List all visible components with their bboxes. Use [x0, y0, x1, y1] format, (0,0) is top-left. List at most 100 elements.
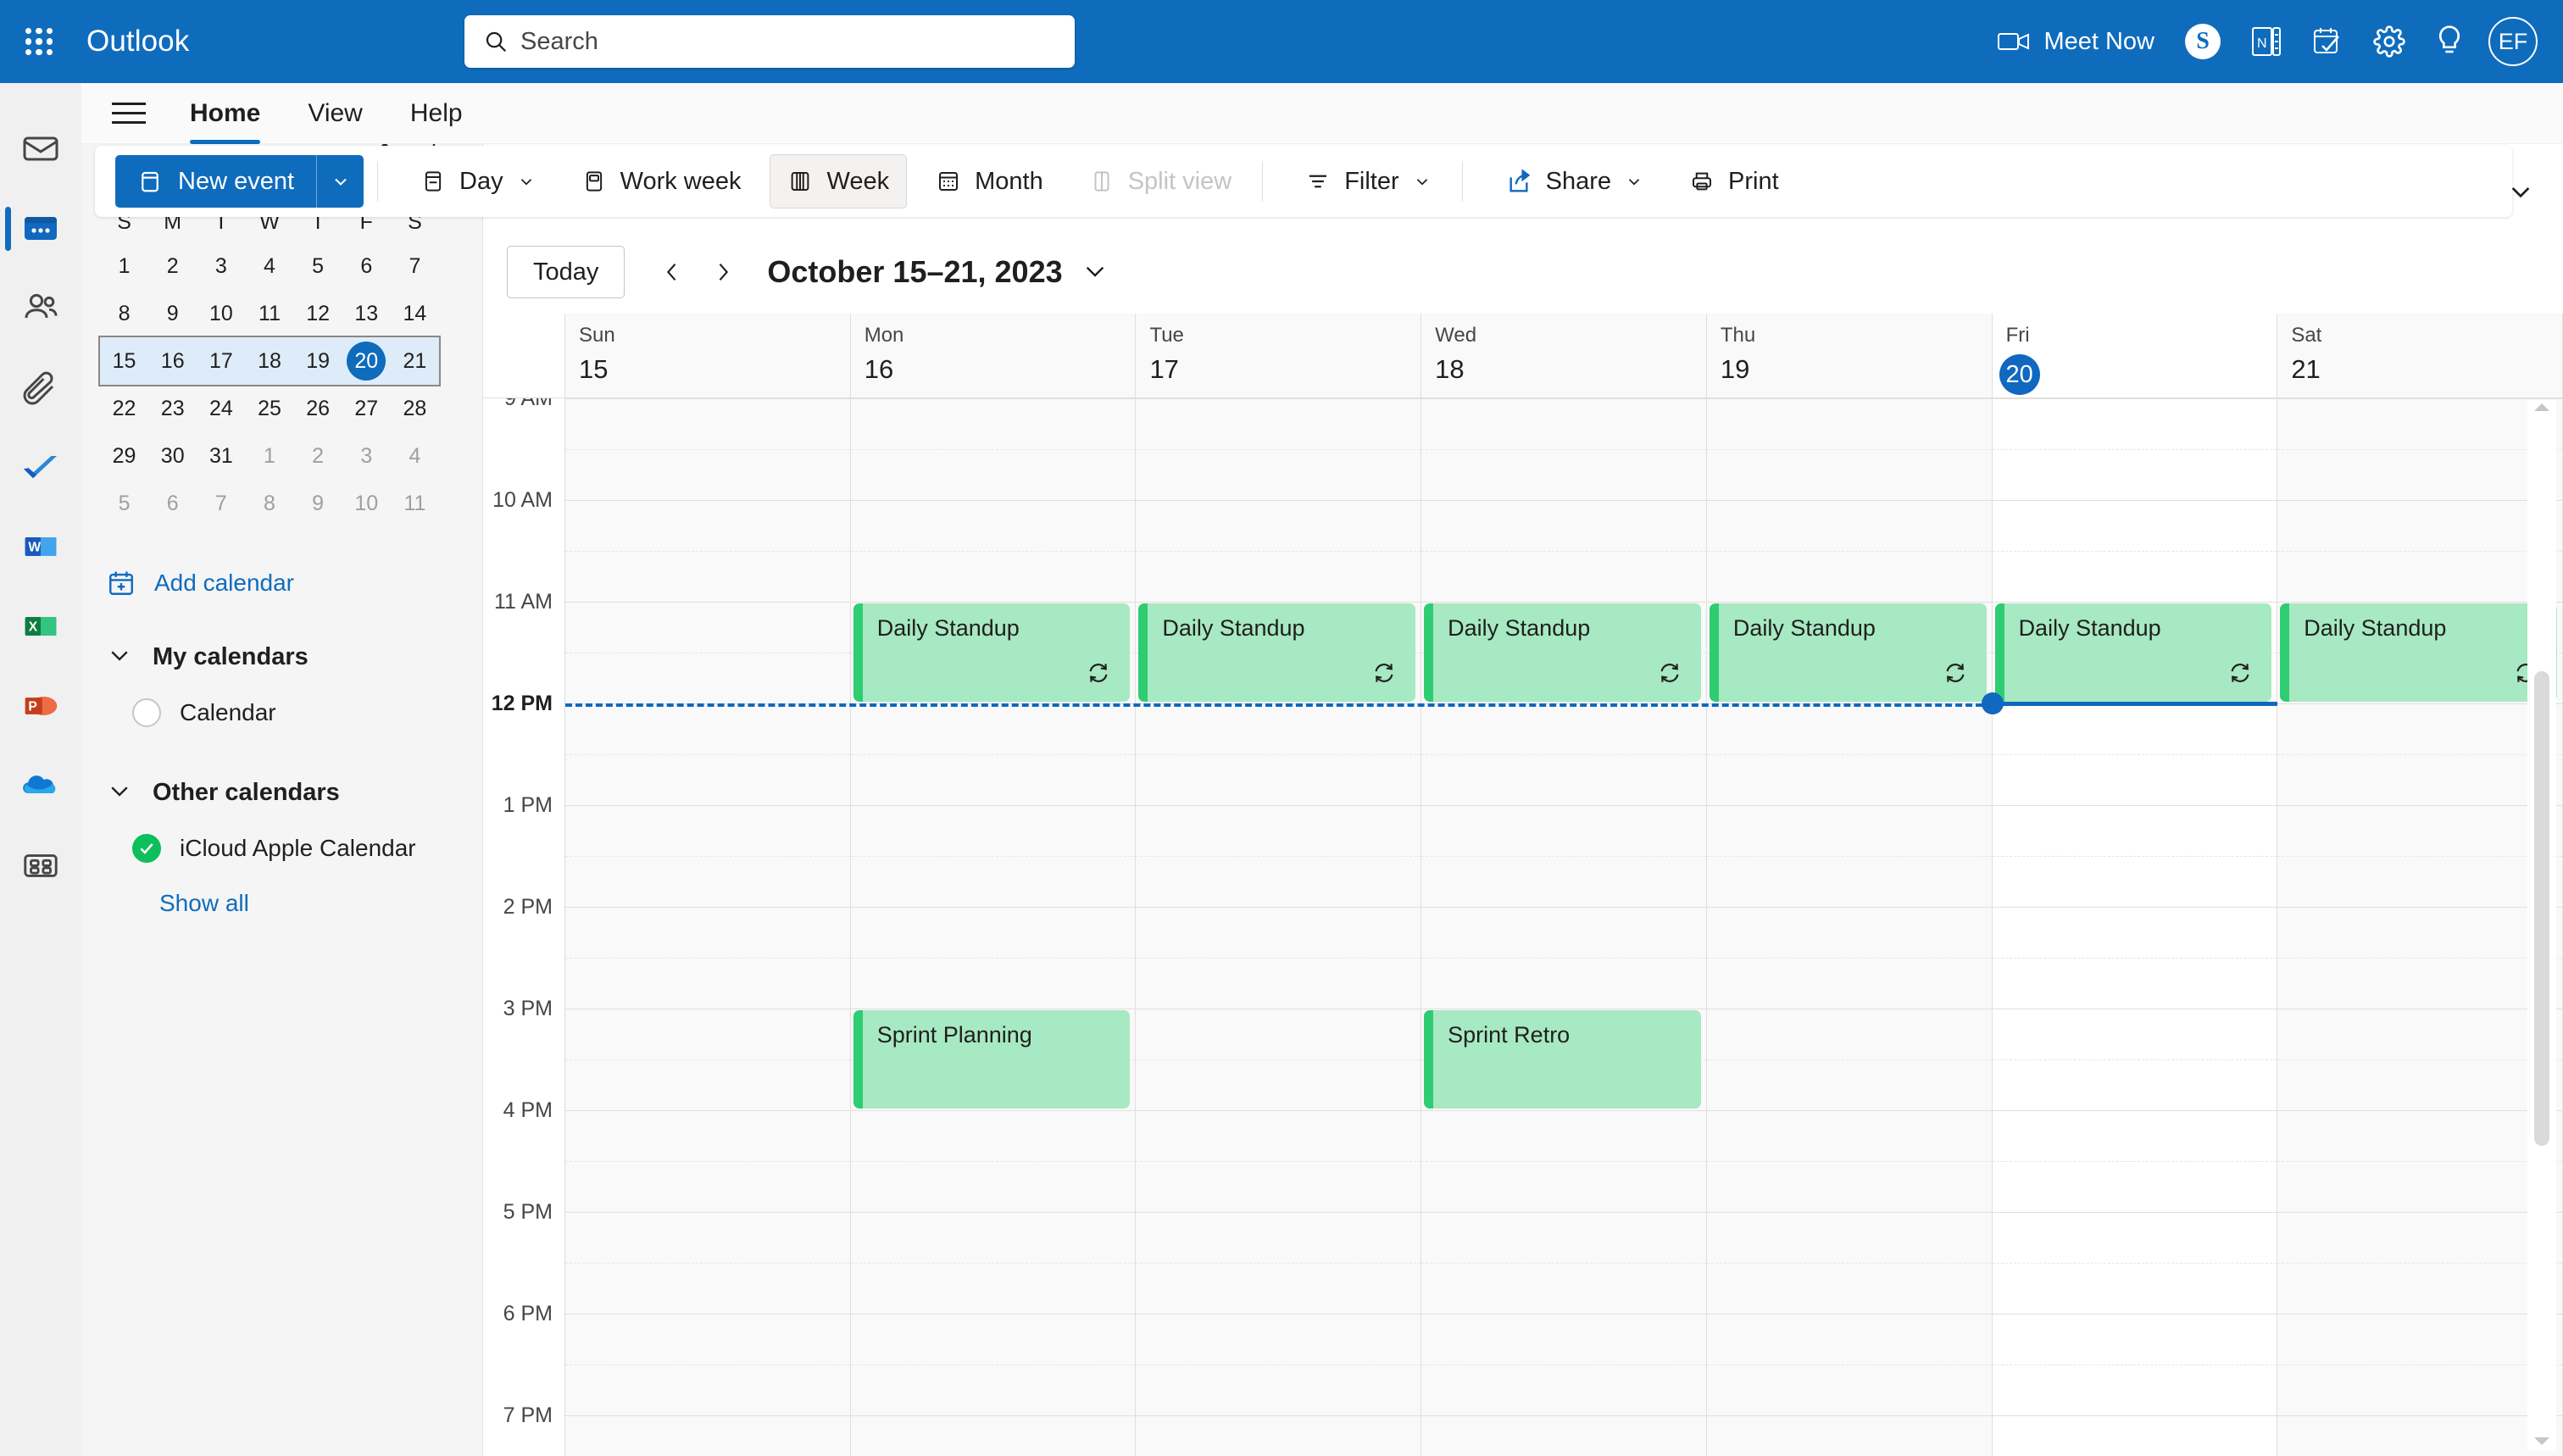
- minicalendar-day[interactable]: 7: [197, 480, 245, 527]
- day-column-header-tue[interactable]: Tue 17: [1136, 314, 1422, 397]
- calendar-slot[interactable]: [565, 907, 851, 1009]
- calendar-slot[interactable]: [2277, 1009, 2563, 1110]
- calendar-slot[interactable]: [565, 1415, 851, 1456]
- calendar-slot[interactable]: [565, 1110, 851, 1212]
- view-day-button[interactable]: Day: [403, 154, 553, 208]
- minicalendar-day[interactable]: 12: [294, 290, 342, 337]
- minicalendar-day[interactable]: 30: [148, 432, 197, 480]
- next-week-button[interactable]: [698, 247, 748, 297]
- calendar-slot[interactable]: [1706, 1110, 1993, 1212]
- help-button[interactable]: [2421, 10, 2478, 73]
- minicalendar-day[interactable]: 6: [342, 242, 391, 290]
- calendar-slot[interactable]: [1136, 1009, 1422, 1110]
- minicalendar-day[interactable]: 10: [197, 290, 245, 337]
- calendar-grid-body[interactable]: 8 AM9 AM10 AM11 AM12 PM1 PM2 PM3 PM4 PM5…: [483, 398, 2563, 1456]
- calendar-slot[interactable]: [1706, 1009, 1993, 1110]
- calendar-slot[interactable]: [1992, 805, 2278, 907]
- calendar-slot[interactable]: [1136, 805, 1422, 907]
- show-all-calendars-link[interactable]: Show all: [81, 876, 482, 931]
- calendar-slot[interactable]: [1706, 500, 1993, 602]
- calendar-item-calendar[interactable]: Calendar: [81, 685, 482, 741]
- minicalendar-day[interactable]: 18: [245, 337, 294, 385]
- calendar-slot[interactable]: [1136, 1110, 1422, 1212]
- minicalendar-day[interactable]: 14: [391, 290, 439, 337]
- minicalendar-day[interactable]: 22: [100, 385, 148, 432]
- minicalendar-day[interactable]: 9: [294, 480, 342, 527]
- minicalendar-day[interactable]: 2: [294, 432, 342, 480]
- minicalendar-day[interactable]: 13: [342, 290, 391, 337]
- calendar-event[interactable]: Daily Standup: [853, 603, 1131, 702]
- day-column-header-sun[interactable]: Sun 15: [565, 314, 851, 397]
- calendar-slot[interactable]: [850, 703, 1137, 805]
- minicalendar-day[interactable]: 21: [390, 337, 439, 385]
- minicalendar-day[interactable]: 5: [100, 480, 148, 527]
- calendar-slot[interactable]: [2277, 500, 2563, 602]
- calendar-event[interactable]: Daily Standup: [1138, 603, 1416, 702]
- calendar-slot[interactable]: [1421, 1110, 1707, 1212]
- rail-item-powerpoint[interactable]: P: [0, 666, 81, 746]
- tab-help[interactable]: Help: [395, 83, 478, 144]
- calendar-slot[interactable]: [1136, 1314, 1422, 1415]
- day-column-header-thu[interactable]: Thu 19: [1706, 314, 1993, 397]
- minicalendar-day[interactable]: 11: [245, 290, 293, 337]
- day-column-header-sat[interactable]: Sat 21: [2277, 314, 2563, 397]
- view-week-button[interactable]: Week: [770, 154, 908, 208]
- minicalendar-day[interactable]: 6: [148, 480, 197, 527]
- calendar-event[interactable]: Daily Standup: [1709, 603, 1987, 702]
- calendar-color-toggle[interactable]: [132, 698, 161, 727]
- day-column-header-fri[interactable]: Fri 20: [1992, 314, 2278, 397]
- rail-item-files[interactable]: [0, 347, 81, 427]
- minicalendar-day[interactable]: 17: [197, 337, 246, 385]
- minicalendar-day[interactable]: 5: [294, 242, 342, 290]
- minicalendar-week-row[interactable]: 8 9 10 11 12 13 14: [100, 290, 439, 337]
- calendar-slot[interactable]: [1136, 500, 1422, 602]
- calendar-slot[interactable]: [565, 1314, 851, 1415]
- calendar-vertical-scrollbar[interactable]: [2527, 400, 2556, 1451]
- calendar-slot[interactable]: [1421, 1314, 1707, 1415]
- calendar-slot[interactable]: [2277, 1212, 2563, 1314]
- minicalendar-day[interactable]: 24: [197, 385, 245, 432]
- minicalendar-day[interactable]: 27: [342, 385, 391, 432]
- calendar-slot[interactable]: [565, 602, 851, 703]
- calendar-slot[interactable]: [2277, 398, 2563, 500]
- minicalendar-day[interactable]: 9: [148, 290, 197, 337]
- minicalendar-day[interactable]: 3: [342, 432, 391, 480]
- minicalendar-day[interactable]: 1: [245, 432, 293, 480]
- share-button[interactable]: Share: [1488, 154, 1660, 208]
- calendar-slot[interactable]: [850, 1110, 1137, 1212]
- calendar-event[interactable]: Daily Standup: [2280, 603, 2557, 702]
- minicalendar-day[interactable]: 16: [148, 337, 197, 385]
- minicalendar-body[interactable]: 1 2 3 4 5 6 7 8 9 10 11 12 13 14 15 16 17 18 19 20 21 22 23 24 2…: [98, 242, 441, 527]
- calendar-slot[interactable]: [1992, 703, 2278, 805]
- calendar-slot[interactable]: [1992, 398, 2278, 500]
- calendar-event[interactable]: Sprint Retro: [1424, 1010, 1701, 1109]
- calendar-slot[interactable]: [1136, 703, 1422, 805]
- calendar-slot[interactable]: [565, 398, 851, 500]
- calendar-slot[interactable]: [1992, 907, 2278, 1009]
- calendar-slot[interactable]: [2277, 1415, 2563, 1456]
- avatar[interactable]: EF: [2488, 17, 2538, 66]
- minicalendar-day[interactable]: 8: [245, 480, 293, 527]
- rail-item-word[interactable]: W: [0, 507, 81, 586]
- calendar-event[interactable]: Daily Standup: [1424, 603, 1701, 702]
- scroll-up-icon[interactable]: [2533, 400, 2550, 418]
- calendar-slot[interactable]: [1706, 1314, 1993, 1415]
- calendar-slot[interactable]: [565, 500, 851, 602]
- scrollbar-thumb[interactable]: [2534, 671, 2549, 1146]
- calendar-event[interactable]: Daily Standup: [1994, 603, 2272, 702]
- minicalendar-day[interactable]: 4: [245, 242, 293, 290]
- calendar-slot[interactable]: [850, 500, 1137, 602]
- print-button[interactable]: Print: [1672, 154, 1796, 208]
- calendar-item-icloud-apple-calendar[interactable]: iCloud Apple Calendar: [81, 820, 482, 876]
- tab-view[interactable]: View: [292, 83, 377, 144]
- calendar-slot[interactable]: [2277, 1314, 2563, 1415]
- calendar-slot[interactable]: [1421, 1212, 1707, 1314]
- minicalendar-week-row[interactable]: 29 30 31 1 2 3 4: [100, 432, 439, 480]
- minicalendar-week-row[interactable]: 5 6 7 8 9 10 11: [100, 480, 439, 527]
- app-launcher-icon[interactable]: [20, 23, 58, 60]
- calendar-slot[interactable]: [1706, 805, 1993, 907]
- view-work-week-button[interactable]: Work week: [564, 154, 759, 208]
- calendar-slot[interactable]: [1136, 398, 1422, 500]
- calendar-slot[interactable]: [850, 805, 1137, 907]
- calendar-slot[interactable]: [1421, 907, 1707, 1009]
